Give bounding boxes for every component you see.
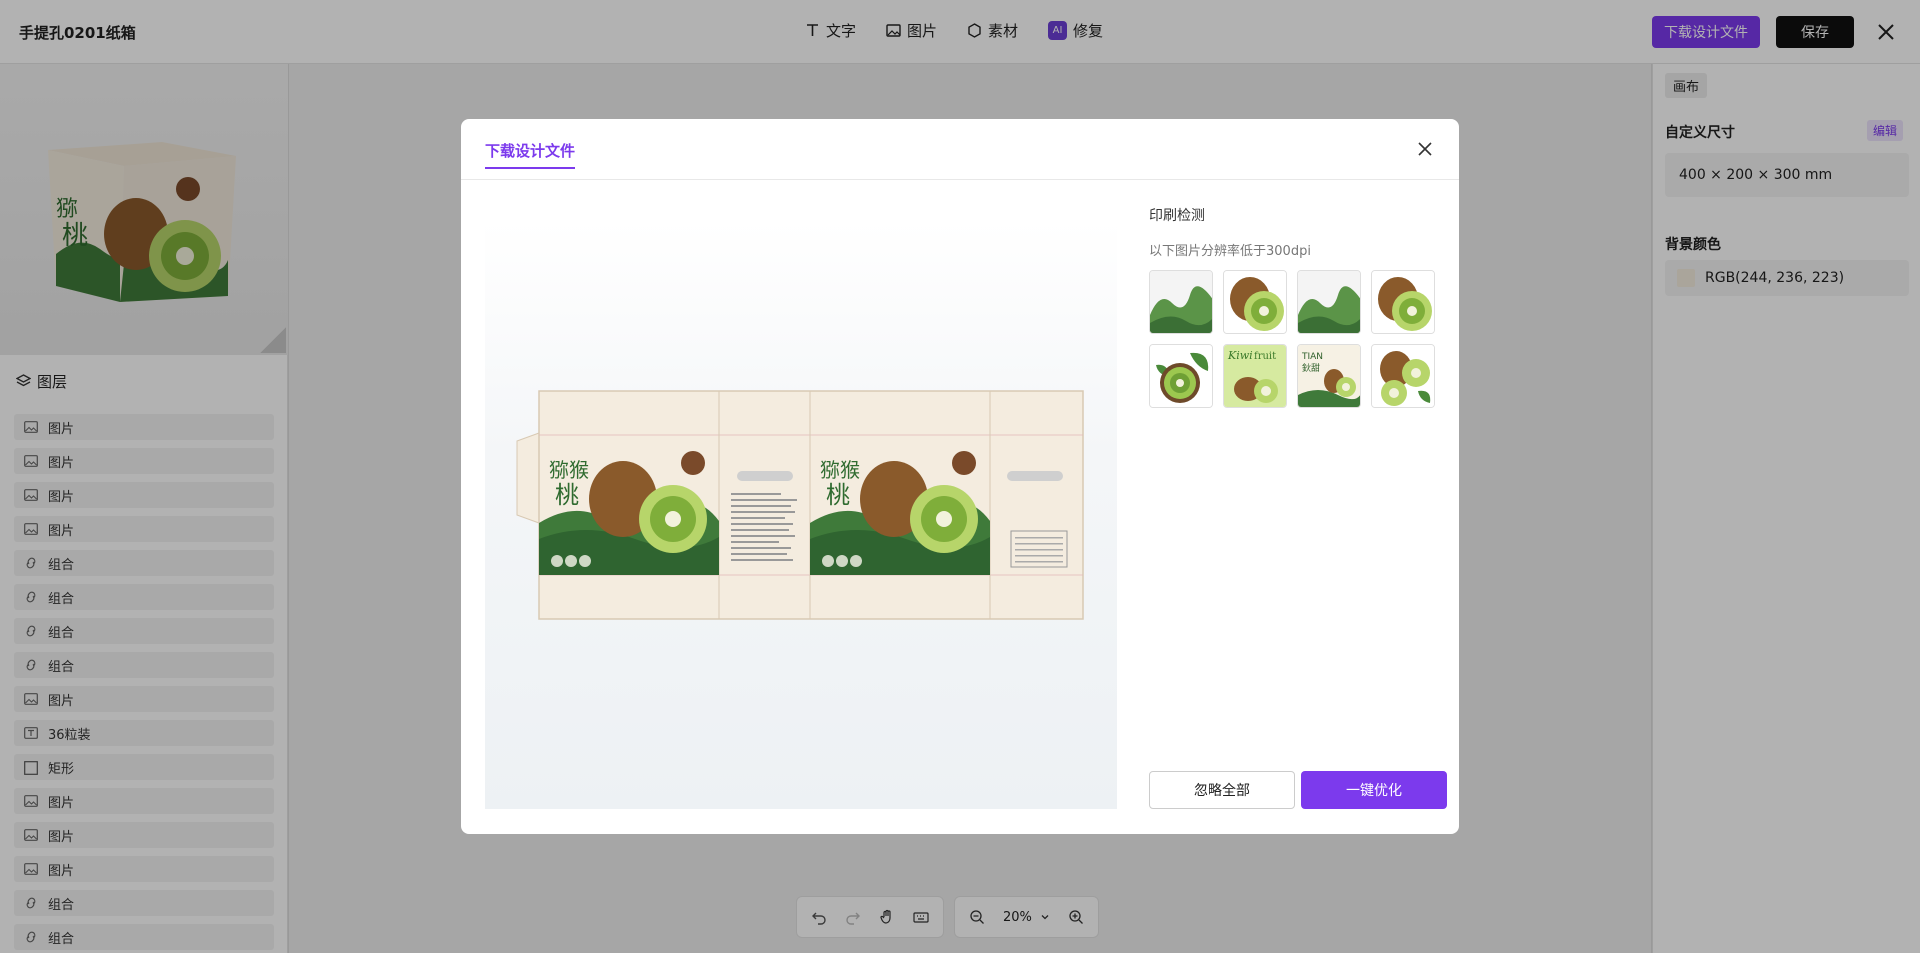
tab-download-design[interactable]: 下载设计文件: [485, 140, 576, 169]
thumbnail-tian-label[interactable]: TIAN 鈥甜: [1297, 344, 1361, 408]
low-res-thumbnails: Kiwi fruit TIAN 鈥甜: [1149, 270, 1439, 408]
close-icon[interactable]: [1416, 140, 1434, 158]
one-click-optimize-button[interactable]: 一键优化: [1301, 771, 1447, 809]
thumbnail-kiwi-fruit-label[interactable]: Kiwi fruit: [1223, 344, 1287, 408]
ignore-all-button[interactable]: 忽略全部: [1149, 771, 1295, 809]
svg-text:Kiwi: Kiwi: [1227, 349, 1253, 362]
svg-text:猕猴: 猕猴: [820, 458, 860, 482]
download-dialog: 下载设计文件 猕猴 桃 猕猴 桃 印刷检测 以下图片分辨率低于300dpi Ki…: [461, 119, 1459, 834]
thumbnail-kiwi-leaf[interactable]: [1149, 344, 1213, 408]
kiwi-half-image: [1372, 271, 1434, 333]
print-check-panel: 印刷检测 以下图片分辨率低于300dpi Kiwi fruit TIAN 鈥甜: [1149, 205, 1439, 408]
thumbnail-kiwi-half[interactable]: [1223, 270, 1287, 334]
svg-text:桃: 桃: [826, 481, 850, 509]
thumbnail-kiwi-pair[interactable]: [1371, 344, 1435, 408]
thumbnail-kiwi-half-2[interactable]: [1371, 270, 1435, 334]
kiwi-fruit-label-image: Kiwi fruit: [1224, 345, 1286, 407]
thumbnail-mountain[interactable]: [1149, 270, 1213, 334]
kiwi-pair-image: [1372, 345, 1434, 407]
svg-text:fruit: fruit: [1254, 351, 1276, 362]
kiwi-half-image: [1224, 271, 1286, 333]
svg-text:鈥甜: 鈥甜: [1302, 362, 1320, 374]
mountain-image: [1298, 271, 1360, 333]
print-check-title: 印刷检测: [1149, 208, 1205, 224]
svg-text:TIAN: TIAN: [1301, 352, 1323, 362]
dialog-header: 下载设计文件: [461, 119, 1459, 180]
svg-text:猕猴: 猕猴: [549, 458, 589, 482]
box-dieline-image: 猕猴 桃 猕猴 桃: [516, 390, 1084, 620]
print-check-subtitle: 以下图片分辨率低于300dpi: [1149, 244, 1311, 259]
svg-text:桃: 桃: [555, 481, 579, 509]
thumbnail-mountain-2[interactable]: [1297, 270, 1361, 334]
mountain-image: [1150, 271, 1212, 333]
tian-label-image: TIAN鈥甜: [1298, 345, 1360, 407]
dieline-preview: 猕猴 桃 猕猴 桃: [485, 221, 1117, 809]
kiwi-leaf-image: [1150, 345, 1212, 407]
